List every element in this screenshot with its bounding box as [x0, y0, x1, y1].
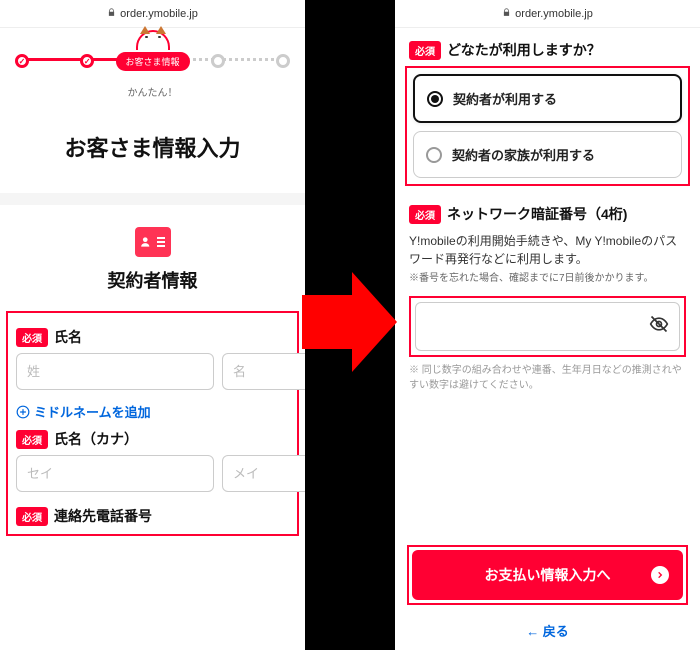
step-subtitle: かんたん！ — [0, 84, 305, 99]
highlight-box-name: 必須 氏名 ミドルネームを追加 必須 氏名（カナ） 必須 連絡先電話番号 — [6, 311, 299, 536]
field-label-name: 氏名 — [54, 327, 82, 347]
url-bar: order.ymobile.jp — [395, 0, 700, 28]
cat-mascot-icon — [136, 30, 170, 50]
surname-kana-input[interactable] — [16, 455, 214, 492]
highlight-box-pin — [409, 296, 686, 357]
required-badge: 必須 — [16, 507, 48, 526]
field-label-kana: 氏名（カナ） — [54, 429, 138, 449]
field-label-pin: ネットワーク暗証番号（4桁) — [447, 204, 627, 224]
step-dot — [276, 54, 290, 68]
url-text: order.ymobile.jp — [120, 8, 198, 20]
add-middle-name-link[interactable]: ミドルネームを追加 — [16, 402, 289, 421]
radio-icon — [427, 91, 443, 107]
radio-label: 契約者の家族が利用する — [452, 145, 595, 164]
field-label-who: どなたが利用しますか？ — [447, 40, 601, 60]
radio-option-contractor[interactable]: 契約者が利用する — [413, 74, 682, 123]
step-bubble: お客さま情報 — [115, 52, 189, 71]
field-label-phone: 連絡先電話番号 — [54, 506, 152, 526]
add-middle-name-label: ミドルネームを追加 — [34, 402, 151, 421]
radio-option-family[interactable]: 契約者の家族が利用する — [413, 131, 682, 178]
lock-icon — [502, 8, 511, 20]
required-badge: 必須 — [409, 205, 441, 224]
flow-arrow-icon — [302, 267, 397, 382]
givenname-input[interactable] — [222, 353, 305, 390]
pin-description: Y!mobileの利用開始手続きや、My Y!mobileのパスワード再発行など… — [409, 232, 686, 268]
givenname-kana-input[interactable] — [222, 455, 305, 492]
radio-label: 契約者が利用する — [453, 89, 557, 108]
pin-hint: ※ 同じ数字の組み合わせや連番、生年月日などの推測されやすい数字は避けてください… — [409, 363, 686, 393]
step-dot — [80, 54, 94, 68]
required-badge: 必須 — [16, 430, 48, 449]
step-dot — [211, 54, 225, 68]
section-header-contractor: 契約者情報 — [0, 205, 305, 307]
step-dot — [15, 54, 29, 68]
phone-screen-left: order.ymobile.jp お客さま情報 かんたん！ お客さま情報入力 契… — [0, 0, 305, 650]
progress-stepper: お客さま情報 — [0, 40, 305, 82]
highlight-box-user: 契約者が利用する 契約者の家族が利用する — [405, 66, 690, 186]
required-badge: 必須 — [409, 41, 441, 60]
lock-icon — [107, 8, 116, 20]
back-link[interactable]: ← 戻る — [407, 621, 688, 640]
divider — [0, 193, 305, 205]
pin-input[interactable] — [415, 302, 680, 351]
chevron-right-icon — [651, 566, 669, 584]
surname-input[interactable] — [16, 353, 214, 390]
phone-screen-right: order.ymobile.jp 必須 どなたが利用しますか？ 契約者が利用する… — [395, 0, 700, 650]
section-title: 契約者情報 — [0, 267, 305, 293]
radio-icon — [426, 147, 442, 163]
eye-off-icon[interactable] — [649, 314, 669, 339]
page-title: お客さま情報入力 — [0, 131, 305, 163]
url-bar: order.ymobile.jp — [0, 0, 305, 28]
url-text: order.ymobile.jp — [515, 8, 593, 20]
submit-button-label: お支払い情報入力へ — [485, 567, 611, 583]
person-card-icon — [135, 227, 171, 257]
submit-button[interactable]: お支払い情報入力へ — [412, 550, 683, 600]
required-badge: 必須 — [16, 328, 48, 347]
highlight-box-cta: お支払い情報入力へ — [407, 545, 688, 605]
pin-note: ※番号を忘れた場合、確認までに7日前後かかります。 — [409, 272, 686, 286]
